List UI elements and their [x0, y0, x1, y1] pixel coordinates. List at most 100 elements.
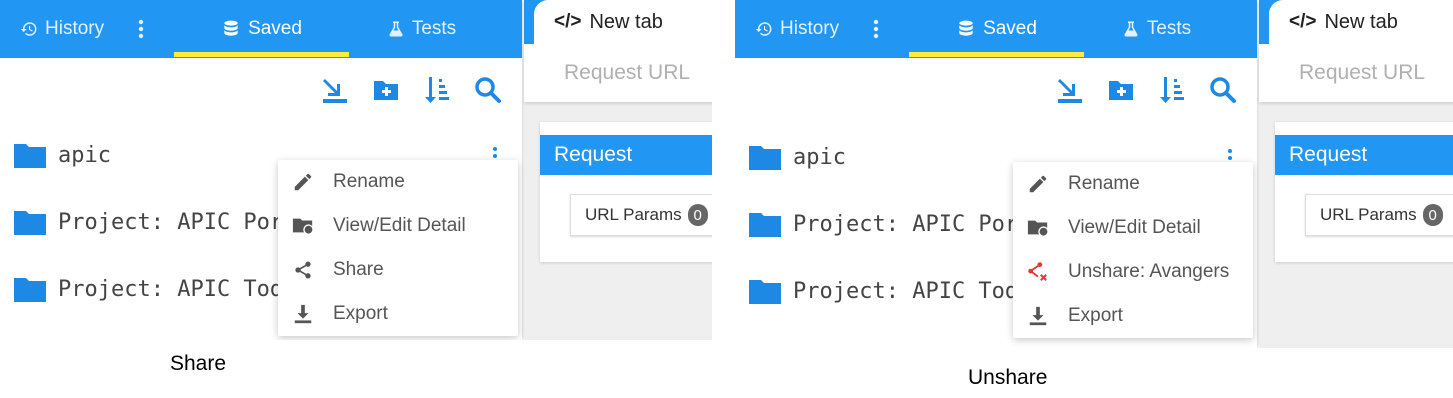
- folder-context-menu: Rename View/Edit Detail Share Export: [278, 160, 518, 336]
- menu-item-rename[interactable]: Rename: [278, 160, 518, 204]
- tab-new-tab[interactable]: </> New tab: [1269, 0, 1453, 44]
- request-area: </> New tab Request URL Request URL Para…: [1259, 0, 1453, 348]
- menu-item-label: Export: [1068, 305, 1123, 326]
- folder-info-icon: [1026, 216, 1050, 240]
- history-icon: [755, 20, 773, 38]
- search-icon[interactable]: [474, 74, 502, 106]
- folder-label: Project: APIC Todo: [793, 278, 1032, 304]
- url-params-tab[interactable]: URL Params 0: [1305, 194, 1453, 236]
- request-url-input[interactable]: Request URL: [524, 44, 712, 102]
- url-params-label: URL Params: [585, 205, 682, 224]
- import-icon[interactable]: [321, 74, 349, 106]
- import-icon[interactable]: [1056, 74, 1084, 106]
- folder-icon: [749, 280, 781, 304]
- tab-saved[interactable]: Saved: [174, 0, 349, 58]
- tab-tests[interactable]: Tests: [349, 0, 494, 58]
- folder-icon: [14, 144, 46, 168]
- folder-context-menu: Rename View/Edit Detail Unshare: Avanger…: [1013, 162, 1253, 338]
- menu-item-view-edit-detail[interactable]: View/Edit Detail: [278, 204, 518, 248]
- saved-toolbar: [1056, 74, 1237, 106]
- url-params-label: URL Params: [1320, 205, 1417, 224]
- sidebar-tabbar: History Saved Tests: [0, 0, 522, 58]
- folder-item[interactable]: apic: [749, 144, 846, 170]
- request-title: Request: [554, 143, 633, 166]
- url-params-count-badge: 0: [1422, 204, 1443, 226]
- menu-item-unshare[interactable]: Unshare: Avangers: [1013, 250, 1253, 294]
- folder-info-icon: [291, 214, 315, 238]
- download-icon: [291, 302, 315, 326]
- folder-item[interactable]: Project: APIC Todo: [14, 276, 296, 302]
- menu-item-label: View/Edit Detail: [333, 215, 466, 236]
- share-example-panel: History Saved Tests apic Project: APIC P…: [0, 0, 712, 340]
- folder-item[interactable]: Project: APIC Todo: [749, 278, 1031, 304]
- history-more-icon[interactable]: [865, 0, 887, 58]
- tab-tests-label: Tests: [1146, 18, 1192, 39]
- tab-saved[interactable]: Saved: [909, 0, 1084, 58]
- tab-history[interactable]: History: [755, 0, 855, 58]
- request-tabstrip: </> New tab: [524, 0, 712, 44]
- request-header: Request: [540, 135, 712, 175]
- database-icon: [956, 19, 976, 39]
- active-tab-indicator: [909, 52, 1084, 57]
- tab-history-label: History: [780, 18, 840, 39]
- url-params-tab[interactable]: URL Params 0: [570, 194, 712, 236]
- menu-item-label: View/Edit Detail: [1068, 217, 1201, 238]
- history-more-icon[interactable]: [130, 0, 152, 58]
- database-icon: [221, 19, 241, 39]
- tab-history-label: History: [45, 18, 105, 39]
- flask-icon: [387, 20, 405, 38]
- menu-item-export[interactable]: Export: [278, 292, 518, 336]
- tab-new-tab[interactable]: </> New tab: [534, 0, 712, 44]
- menu-item-view-edit-detail[interactable]: View/Edit Detail: [1013, 206, 1253, 250]
- add-folder-icon[interactable]: [1107, 74, 1135, 106]
- tab-tests[interactable]: Tests: [1084, 0, 1229, 58]
- sidebar: History Saved Tests apic Project: APIC P…: [735, 0, 1257, 348]
- request-card: Request URL Params 0: [540, 122, 712, 262]
- tab-saved-label: Saved: [983, 18, 1037, 39]
- request-title: Request: [1289, 143, 1368, 166]
- active-tab-indicator: [174, 52, 349, 57]
- folder-icon: [14, 278, 46, 302]
- saved-toolbar: [321, 74, 502, 106]
- folder-icon: [749, 146, 781, 170]
- tab-tests-label: Tests: [411, 18, 457, 39]
- folder-label: apic: [58, 142, 111, 168]
- search-icon[interactable]: [1209, 74, 1237, 106]
- add-folder-icon[interactable]: [372, 74, 400, 106]
- url-placeholder: Request URL: [1299, 61, 1426, 84]
- unshare-example-panel: History Saved Tests apic Project: APIC P…: [735, 0, 1453, 348]
- menu-item-label: Rename: [333, 171, 405, 192]
- folder-label: Project: APIC Porta: [58, 209, 310, 235]
- folder-item[interactable]: apic: [14, 142, 111, 168]
- menu-item-share[interactable]: Share: [278, 248, 518, 292]
- sort-icon[interactable]: [1158, 74, 1186, 106]
- sort-icon[interactable]: [423, 74, 451, 106]
- caption-unshare: Unshare: [968, 366, 1048, 389]
- share-icon: [291, 258, 315, 282]
- folder-label: apic: [793, 144, 846, 170]
- tab-history[interactable]: History: [20, 0, 120, 58]
- folder-icon: [14, 211, 46, 235]
- menu-item-export[interactable]: Export: [1013, 294, 1253, 338]
- unshare-icon: [1026, 260, 1050, 284]
- menu-item-label: Rename: [1068, 173, 1140, 194]
- request-url-input[interactable]: Request URL: [1259, 44, 1453, 102]
- tab-label: New tab: [1324, 10, 1398, 33]
- sidebar: History Saved Tests apic Project: APIC P…: [0, 0, 522, 340]
- folder-label: Project: APIC Todo: [58, 276, 297, 302]
- folder-item[interactable]: Project: APIC Porta: [749, 211, 1045, 237]
- pencil-icon: [291, 170, 315, 194]
- download-icon: [1026, 304, 1050, 328]
- folder-item[interactable]: Project: APIC Porta: [14, 209, 310, 235]
- sidebar-tabbar: History Saved Tests: [735, 0, 1257, 58]
- code-icon: </>: [1289, 11, 1317, 32]
- menu-item-rename[interactable]: Rename: [1013, 162, 1253, 206]
- flask-icon: [1122, 20, 1140, 38]
- menu-item-label: Share: [333, 259, 384, 280]
- tab-label: New tab: [589, 10, 663, 33]
- menu-item-label: Export: [333, 303, 388, 324]
- pencil-icon: [1026, 172, 1050, 196]
- url-params-count-badge: 0: [687, 204, 708, 226]
- folder-icon: [749, 213, 781, 237]
- tab-saved-label: Saved: [248, 18, 302, 39]
